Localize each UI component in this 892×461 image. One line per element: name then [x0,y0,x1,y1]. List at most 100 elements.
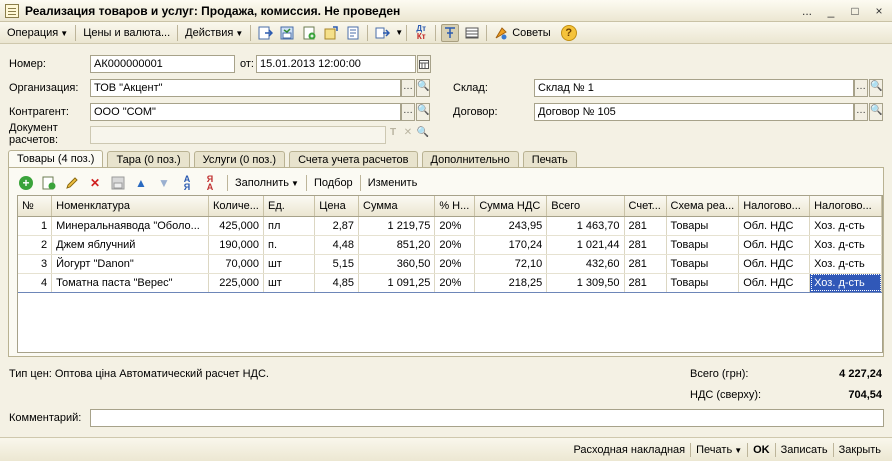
contract-open-icon[interactable]: 🔍 [869,103,883,121]
cell-vat-amount[interactable]: 218,25 [474,272,548,293]
cell-no[interactable]: 2 [18,235,53,255]
organization-select-button[interactable]: … [401,79,415,97]
move-icon[interactable] [322,24,340,42]
tab-services[interactable]: Услуги (0 поз.) [193,151,286,168]
cell-price[interactable]: 4,85 [314,272,360,293]
col-header-account[interactable]: Счет... [624,196,667,217]
tab-goods[interactable]: Товары (4 поз.) [8,150,104,168]
close-form-button[interactable]: Закрыть [834,441,886,459]
chevron-down-icon[interactable]: ▼ [395,28,403,37]
col-header-tax-2[interactable]: Налогово... [809,196,882,217]
table-settings-icon[interactable] [463,24,481,42]
save-button[interactable]: Записать [776,441,833,459]
organization-field[interactable]: ТОВ "Акцент" [90,79,401,97]
goods-table[interactable]: № Номенклатура Количе... Ед. Цена Сумма … [17,195,883,353]
cell-account[interactable]: 281 [624,216,667,236]
col-header-vat-rate[interactable]: % Н... [434,196,476,217]
change-button[interactable]: Изменить [364,177,422,189]
cell-vat-rate[interactable]: 20% [434,254,476,274]
cell-no[interactable]: 1 [18,216,53,236]
actions-menu[interactable]: Действия ▼ [181,23,247,43]
cell-tax-2[interactable]: Хоз. д-сть [809,235,882,255]
cell-unit[interactable]: шт [263,272,316,293]
date-field[interactable]: 15.01.2013 12:00:00 [256,55,416,73]
tips-icon[interactable] [492,24,510,42]
cell-tax-1[interactable]: Обл. НДС [738,235,811,255]
move-down-icon[interactable]: ▼ [155,174,173,192]
cell-tax-2[interactable]: Хоз. д-сть [809,216,882,236]
cell-total[interactable]: 1 309,50 [546,272,625,293]
contract-select-button[interactable]: … [854,103,868,121]
cell-scheme[interactable]: Товары [666,216,740,236]
cell-tax-1[interactable]: Обл. НДС [738,216,811,236]
pick-button[interactable]: Подбор [310,177,357,189]
cell-tax-2[interactable]: Хоз. д-сть [809,254,882,274]
type-icon[interactable]: T [386,126,400,144]
cell-nomenclature[interactable]: Джем яблучний [51,235,209,255]
edit-row-icon[interactable] [63,174,81,192]
cell-amount[interactable]: 851,20 [358,235,436,255]
cell-vat-amount[interactable]: 170,24 [474,235,548,255]
tips-button[interactable]: Советы [512,23,554,43]
cell-vat-rate[interactable]: 20% [434,216,476,236]
cell-total[interactable]: 1 463,70 [546,216,625,236]
cell-no[interactable]: 3 [18,254,53,274]
save-icon[interactable] [278,24,296,42]
cell-vat-amount[interactable]: 243,95 [474,216,548,236]
move-up-icon[interactable]: ▲ [132,174,150,192]
cell-price[interactable]: 2,87 [314,216,360,236]
counterparty-select-button[interactable]: … [401,103,415,121]
cell-vat-rate[interactable]: 20% [434,272,476,293]
cell-quantity[interactable]: 225,000 [208,272,264,293]
cell-total[interactable]: 432,60 [546,254,625,274]
cell-quantity[interactable]: 70,000 [208,254,264,274]
cell-scheme[interactable]: Товары [666,235,740,255]
cell-account[interactable]: 281 [624,272,667,293]
structure-icon[interactable] [441,23,460,42]
end-edit-icon[interactable] [109,174,127,192]
cell-amount[interactable]: 1 091,25 [358,272,436,293]
calendar-icon[interactable] [417,55,431,73]
clear-icon[interactable]: ✕ [401,126,415,144]
cell-tax-2-current[interactable]: Хоз. д-сть [809,272,882,293]
cell-account[interactable]: 281 [624,254,667,274]
table-row[interactable]: 1 Минеральнаявода "Оболо... 425,000 пл 2… [18,216,882,236]
comment-field[interactable] [90,409,884,427]
sort-ascending-icon[interactable]: AЯ [178,174,196,192]
tab-settlement-accounts[interactable]: Счета учета расчетов [289,151,418,168]
table-row[interactable]: 3 Йогурт "Danon" 70,000 шт 5,15 360,50 2… [18,254,882,274]
col-header-nomenclature[interactable]: Номенклатура [51,196,209,217]
cell-vat-rate[interactable]: 20% [434,235,476,255]
cell-unit[interactable]: п. [263,235,316,255]
counterparty-open-icon[interactable]: 🔍 [416,103,430,121]
cell-amount[interactable]: 360,50 [358,254,436,274]
copy-document-icon[interactable] [300,24,318,42]
document-list-icon[interactable] [344,24,362,42]
ok-button[interactable]: OK [748,441,775,459]
col-header-total[interactable]: Всего [546,196,625,217]
prices-button[interactable]: Цены и валюта... [79,23,174,43]
col-header-scheme[interactable]: Схема реа... [666,196,740,217]
cell-vat-amount[interactable]: 72,10 [474,254,548,274]
col-header-price[interactable]: Цена [314,196,360,217]
operation-menu[interactable]: Операция ▼ [3,23,72,43]
invoice-button[interactable]: Расходная накладная [568,441,690,459]
print-menu[interactable]: Печать ▼ [691,441,747,459]
cell-amount[interactable]: 1 219,75 [358,216,436,236]
help-icon[interactable]: ? [560,24,577,41]
cell-tax-1[interactable]: Обл. НДС [738,272,811,293]
cell-account[interactable]: 281 [624,235,667,255]
col-header-amount[interactable]: Сумма [358,196,436,217]
cell-nomenclature[interactable]: Томатна паста "Верес" [51,272,209,293]
table-row-selected[interactable]: 4 Томатна паста "Верес" 225,000 шт 4,85 … [18,272,882,293]
cell-unit[interactable]: шт [263,254,316,274]
organization-open-icon[interactable]: 🔍 [416,79,430,97]
cell-scheme[interactable]: Товары [666,272,740,293]
tab-additional[interactable]: Дополнительно [421,151,519,168]
close-button[interactable]: × [870,3,888,19]
copy-row-icon[interactable] [40,174,58,192]
counterparty-field[interactable]: ООО "СОМ" [90,103,401,121]
cell-nomenclature[interactable]: Минеральнаявода "Оболо... [51,216,209,236]
col-header-no[interactable]: № [18,196,53,217]
cell-unit[interactable]: пл [263,216,316,236]
